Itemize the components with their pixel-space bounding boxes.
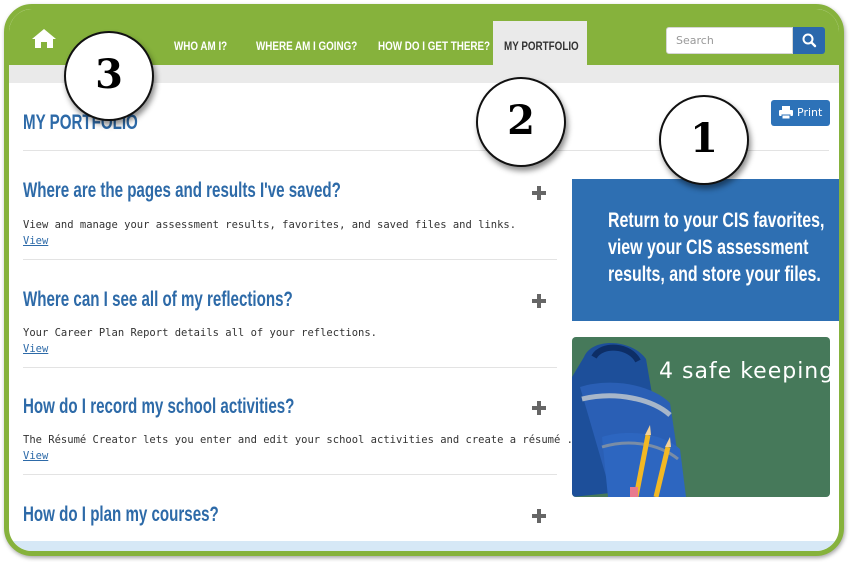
- marker-number: 1: [690, 115, 718, 162]
- search-field[interactable]: [666, 27, 793, 54]
- print-label: Print: [797, 106, 823, 119]
- question-reflections[interactable]: Where can I see all of my reflections?: [23, 288, 293, 312]
- bottom-strip: [9, 541, 839, 551]
- portfolio-promo-panel[interactable]: Return to your CIS favorites, view your …: [572, 179, 839, 321]
- question-school-activities[interactable]: How do I record my school activities?: [23, 395, 294, 419]
- promo-text: Return to your CIS favorites, view your …: [608, 207, 825, 288]
- promo-line: results, and store your files.: [608, 263, 821, 286]
- expand-plus-icon[interactable]: [532, 509, 546, 523]
- callout-marker-3: 3: [64, 31, 154, 121]
- promo-line: view your CIS assessment: [608, 236, 809, 259]
- search-input[interactable]: [667, 28, 786, 52]
- marker-number: 3: [95, 51, 123, 98]
- search-button[interactable]: [793, 27, 825, 54]
- nav-my-portfolio-label: MY PORTFOLIO: [504, 39, 579, 53]
- nav-who-am-i[interactable]: WHO AM I?: [174, 39, 227, 53]
- question-description: Your Career Plan Report details all of y…: [23, 327, 378, 339]
- question-description: The Résumé Creator lets you enter and ed…: [23, 434, 573, 446]
- expand-plus-icon[interactable]: [532, 401, 546, 415]
- expand-plus-icon[interactable]: [532, 186, 546, 200]
- question-saved-pages[interactable]: Where are the pages and results I've sav…: [23, 179, 341, 203]
- expand-plus-icon[interactable]: [532, 294, 546, 308]
- search-icon: [802, 33, 817, 48]
- nav-how-do-i-get-there[interactable]: HOW DO I GET THERE?: [378, 39, 490, 53]
- nav-my-portfolio[interactable]: MY PORTFOLIO: [493, 21, 587, 65]
- view-link[interactable]: View: [23, 450, 48, 462]
- marker-number: 2: [507, 97, 535, 144]
- printer-icon: [779, 106, 793, 120]
- promo-line: Return to your CIS favorites,: [608, 209, 825, 232]
- chalkboard-text: 4 safe keeping: [659, 359, 830, 384]
- question-divider: [23, 259, 557, 260]
- nav-where-am-i-going[interactable]: WHERE AM I GOING?: [256, 39, 357, 53]
- view-link[interactable]: View: [23, 343, 48, 355]
- callout-marker-1: 1: [659, 95, 749, 185]
- question-description: View and manage your assessment results,…: [23, 219, 517, 231]
- print-button[interactable]: Print: [771, 100, 830, 126]
- question-divider: [23, 367, 557, 368]
- question-plan-courses[interactable]: How do I plan my courses?: [23, 503, 219, 527]
- backpack-chalkboard-image: 4 safe keeping: [572, 337, 830, 497]
- question-divider: [23, 474, 557, 475]
- home-icon[interactable]: [31, 27, 57, 49]
- callout-marker-2: 2: [476, 77, 566, 167]
- view-link[interactable]: View: [23, 235, 48, 247]
